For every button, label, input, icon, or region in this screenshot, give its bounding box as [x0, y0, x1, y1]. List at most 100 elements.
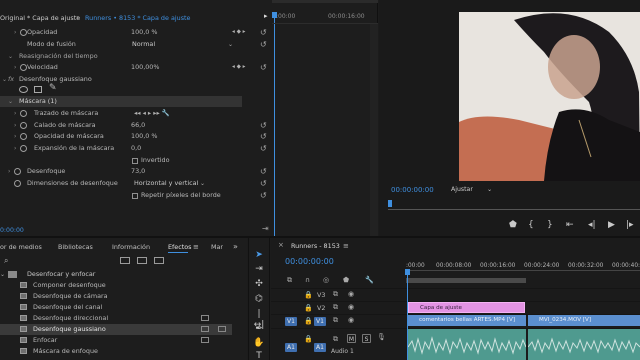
- chevron-right-icon[interactable]: ›: [14, 120, 16, 131]
- sync-lock-icon[interactable]: ⧉: [333, 335, 338, 344]
- add-marker-icon[interactable]: ⬟: [509, 220, 517, 230]
- chevron-down-icon[interactable]: ⌄: [228, 39, 233, 50]
- chevron-right-icon[interactable]: ›: [14, 108, 16, 119]
- accelerated-filter-icon[interactable]: [120, 257, 130, 264]
- timeline-timecode[interactable]: 00:00:00:00: [285, 257, 334, 266]
- sync-lock-icon[interactable]: ⧉: [333, 303, 338, 312]
- keyframe-nav-icon[interactable]: ◂ ◆ ▸: [232, 27, 245, 38]
- timeline-tab[interactable]: Runners - 8153: [291, 242, 340, 250]
- track-mask-buttons[interactable]: ◂◂ ◂ ▸ ▸▸ 🔧: [134, 108, 170, 119]
- audio-clip[interactable]: [408, 329, 526, 360]
- razor-tool-icon[interactable]: ⌬: [253, 294, 265, 305]
- timeline-playhead-line[interactable]: [407, 273, 408, 360]
- ellipse-mask-icon[interactable]: [19, 86, 28, 93]
- work-area-bar[interactable]: [406, 278, 526, 283]
- mask-1-row[interactable]: ⌄ Máscara (1): [0, 96, 242, 107]
- snap-icon[interactable]: ∩: [305, 276, 310, 284]
- playhead-line[interactable]: [274, 14, 275, 236]
- stopwatch-icon[interactable]: [20, 64, 27, 71]
- chevron-down-icon[interactable]: ⌄: [200, 178, 205, 189]
- reset-icon[interactable]: ↺: [260, 62, 267, 73]
- chevron-right-icon[interactable]: ›: [8, 166, 10, 177]
- video-clip[interactable]: comentarios bellas ARTES.MP4 [V]: [408, 315, 526, 326]
- list-item[interactable]: Enfocar: [0, 335, 232, 346]
- add-marker-icon[interactable]: ⬟: [343, 276, 349, 284]
- reset-icon[interactable]: ↺: [260, 131, 267, 142]
- mask-feather-value[interactable]: 66,0: [131, 120, 145, 131]
- reset-icon[interactable]: ↺: [260, 120, 267, 131]
- search-icon[interactable]: ⌕: [4, 256, 8, 266]
- list-item[interactable]: Componer desenfoque: [0, 280, 232, 291]
- list-item[interactable]: Desenfoque del canal: [0, 302, 232, 313]
- step-back-icon[interactable]: ⇤: [566, 220, 574, 230]
- source-patch-v1[interactable]: V1: [285, 317, 297, 326]
- eye-icon[interactable]: ◉: [348, 290, 354, 298]
- stopwatch-icon[interactable]: [20, 110, 27, 117]
- blurriness-value[interactable]: 73,0: [131, 166, 145, 177]
- frame-back-icon[interactable]: ◂|: [588, 220, 596, 230]
- blur-dimensions-dropdown[interactable]: Horizontal y vertical: [134, 179, 206, 188]
- inverted-checkbox[interactable]: [132, 158, 138, 164]
- chevron-right-icon[interactable]: ›: [76, 10, 79, 26]
- rectangle-mask-icon[interactable]: [34, 86, 42, 93]
- yuv-filter-icon[interactable]: [154, 257, 164, 264]
- more-tabs-icon[interactable]: »: [233, 242, 238, 252]
- effect-controls-source-label[interactable]: Original * Capa de ajuste: [0, 10, 80, 26]
- export-frame-icon[interactable]: ⇥: [262, 224, 269, 233]
- eye-icon[interactable]: ◉: [348, 303, 354, 311]
- tab-libraries[interactable]: Bibliotecas: [58, 242, 93, 252]
- blend-mode-dropdown[interactable]: Normal: [132, 40, 238, 49]
- chevron-right-icon[interactable]: ›: [14, 143, 16, 154]
- chevron-down-icon[interactable]: ⌄: [8, 96, 13, 107]
- stopwatch-icon[interactable]: [20, 29, 27, 36]
- stopwatch-icon[interactable]: [14, 180, 21, 187]
- track-target-a1[interactable]: A1: [314, 343, 326, 352]
- reset-icon[interactable]: ↺: [260, 178, 267, 189]
- sync-lock-icon[interactable]: ⧉: [333, 290, 338, 299]
- adjustment-layer-clip[interactable]: Capa de ajuste: [408, 302, 525, 313]
- reset-icon[interactable]: ↺: [260, 39, 267, 50]
- video-clip[interactable]: MVI_0234.MOV [V]: [528, 315, 640, 326]
- frame-forward-icon[interactable]: |▸: [626, 220, 634, 230]
- chevron-down-icon[interactable]: ⌄: [2, 74, 7, 85]
- mute-button[interactable]: M: [347, 334, 356, 343]
- keyframe-nav-icon[interactable]: ◂ ◆ ▸: [232, 62, 245, 73]
- source-patch-a1[interactable]: A1: [285, 343, 297, 352]
- track-select-icon[interactable]: ⇥: [253, 264, 265, 275]
- chevron-down-icon[interactable]: ⌄: [8, 51, 13, 62]
- pen-tool-icon[interactable]: ✒: [253, 324, 265, 335]
- lock-icon[interactable]: 🔒: [304, 335, 313, 343]
- lock-icon[interactable]: 🔒: [304, 291, 313, 299]
- play-triangle-icon[interactable]: ▸: [264, 12, 268, 20]
- repeat-edge-checkbox[interactable]: [132, 193, 138, 199]
- tab-markers[interactable]: Mar: [211, 242, 223, 252]
- folder-row[interactable]: ⌄ Desenfocar y enfocar: [0, 269, 232, 280]
- speed-value[interactable]: 100,00%: [131, 62, 159, 73]
- effect-controls-timecode[interactable]: 0:00:00: [0, 227, 24, 234]
- chevron-down-icon[interactable]: ⌄: [0, 269, 5, 280]
- play-icon[interactable]: ▶: [608, 220, 615, 230]
- list-item[interactable]: Máscara de enfoque: [0, 346, 232, 357]
- program-playhead[interactable]: [388, 200, 392, 207]
- list-item[interactable]: Desenfoque direccional: [0, 313, 232, 324]
- scrollbar[interactable]: [370, 24, 378, 236]
- selection-tool-icon[interactable]: ➤: [253, 250, 265, 261]
- reset-icon[interactable]: ↺: [260, 190, 267, 201]
- stopwatch-icon[interactable]: [20, 145, 27, 152]
- chevron-right-icon[interactable]: ›: [14, 131, 16, 142]
- linked-selection-icon[interactable]: ◎: [323, 276, 329, 284]
- lock-icon[interactable]: 🔒: [304, 317, 313, 325]
- opacity-value[interactable]: 100,0 %: [131, 27, 157, 38]
- ripple-edit-icon[interactable]: ✣: [253, 279, 265, 290]
- reset-icon[interactable]: ↺: [260, 166, 267, 177]
- list-item[interactable]: Desenfoque de cámara: [0, 291, 232, 302]
- stopwatch-icon[interactable]: [20, 122, 27, 129]
- chevron-right-icon[interactable]: ›: [14, 62, 16, 73]
- program-timecode[interactable]: 00:00:00:00: [391, 186, 434, 194]
- chevron-right-icon[interactable]: ›: [14, 27, 16, 38]
- hand-tool-icon[interactable]: ✋: [253, 338, 265, 349]
- fx-badge[interactable]: fx: [8, 74, 14, 85]
- close-icon[interactable]: ×: [278, 241, 284, 249]
- mask-opacity-value[interactable]: 100,0 %: [131, 131, 157, 142]
- audio-clip[interactable]: [528, 329, 640, 360]
